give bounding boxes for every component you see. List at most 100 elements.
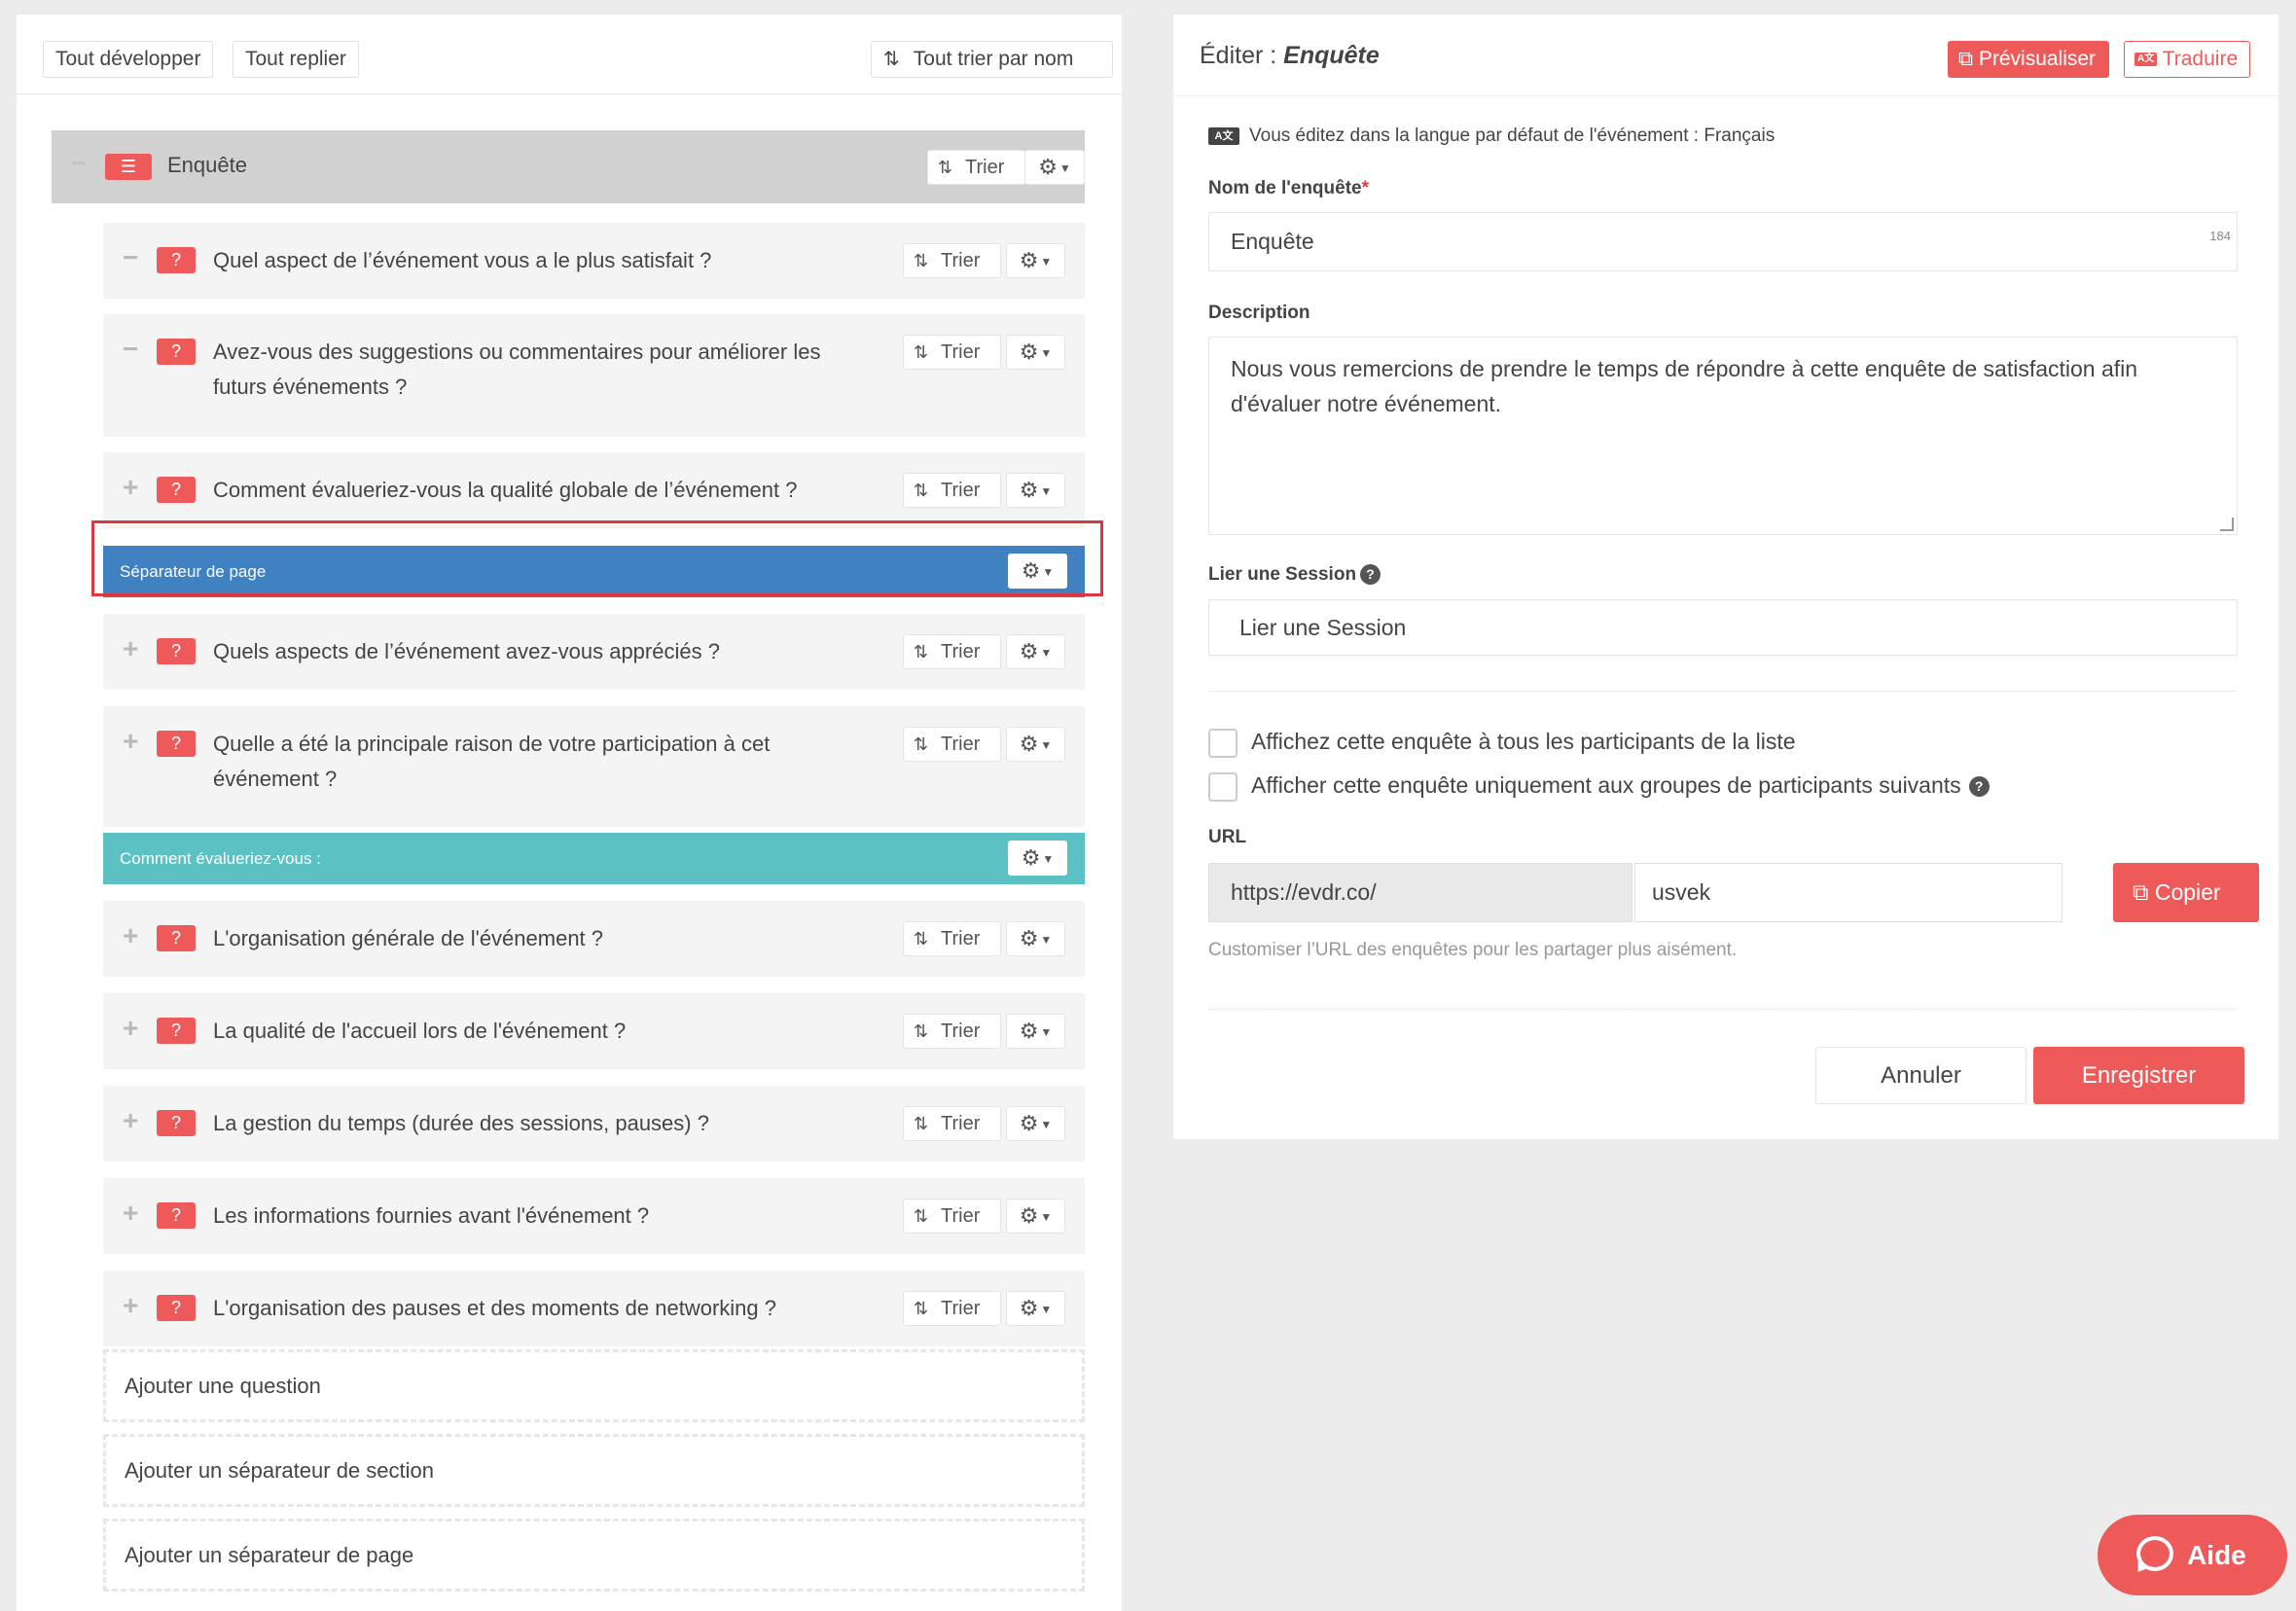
question-text: Quelle a été la principale raison de vot…: [213, 732, 771, 791]
settings-dropdown-button[interactable]: ⚙ ▼: [1008, 841, 1067, 876]
question-icon: ?: [157, 477, 196, 503]
sort-button[interactable]: ⇅ Trier: [903, 727, 1001, 762]
settings-dropdown-button[interactable]: ⚙ ▼: [1006, 1106, 1065, 1141]
settings-dropdown-button[interactable]: ⚙ ▼: [1024, 150, 1085, 185]
sort-button[interactable]: ⇅ Trier: [903, 1014, 1001, 1049]
question-row[interactable]: + ? Comment évalueriez-vous la qualité g…: [103, 452, 1085, 528]
sort-icon: ⇅: [914, 929, 929, 949]
tree-root-enquete[interactable]: − ☰ Enquête ⇅ Trier ⚙ ▼: [52, 130, 1085, 203]
sort-icon: ⇅: [914, 342, 929, 362]
resize-handle-icon[interactable]: [2220, 518, 2234, 531]
gear-icon: ⚙: [1019, 732, 1039, 756]
gear-icon: ⚙: [1021, 845, 1041, 870]
sort-button[interactable]: ⇅ Trier: [903, 1199, 1001, 1234]
translate-button[interactable]: A文 Traduire: [2124, 41, 2250, 78]
question-row[interactable]: + ? La gestion du temps (durée des sessi…: [103, 1086, 1085, 1162]
sort-button[interactable]: ⇅ Trier: [903, 634, 1001, 669]
question-row[interactable]: + ? L'organisation des pauses et des mom…: [103, 1271, 1085, 1346]
section-separator-label: Comment évalueriez-vous :: [120, 849, 321, 868]
question-row[interactable]: + ? Quels aspects de l’événement avez-vo…: [103, 614, 1085, 690]
collapse-all-button[interactable]: Tout replier: [233, 41, 359, 78]
name-label: Nom de l'enquête*: [1208, 178, 1370, 198]
cancel-button[interactable]: Annuler: [1815, 1047, 2027, 1104]
expand-toggle-icon[interactable]: +: [123, 1292, 138, 1319]
checkbox[interactable]: [1208, 771, 1238, 802]
question-row[interactable]: − ? Quel aspect de l’événement vous a le…: [103, 223, 1085, 299]
question-text: Avez-vous des suggestions ou commentaire…: [213, 340, 821, 399]
question-row[interactable]: + ? La qualité de l'accueil lors de l'év…: [103, 993, 1085, 1069]
settings-dropdown-button[interactable]: ⚙ ▼: [1006, 1199, 1065, 1234]
expand-toggle-icon[interactable]: +: [123, 1199, 138, 1227]
sort-button[interactable]: ⇅ Trier: [903, 335, 1001, 370]
gear-icon: ⚙: [1019, 1203, 1039, 1228]
sort-button[interactable]: ⇅ Trier: [903, 1106, 1001, 1141]
add-page-separator-button[interactable]: Ajouter un séparateur de page: [103, 1519, 1085, 1592]
question-row[interactable]: + ? Les informations fournies avant l'év…: [103, 1178, 1085, 1254]
section-separator-row[interactable]: Comment évalueriez-vous : ⚙ ▼: [103, 833, 1085, 884]
question-text: La gestion du temps (durée des sessions,…: [213, 1111, 709, 1135]
session-select[interactable]: Lier une Session: [1208, 599, 2238, 656]
url-slug-input[interactable]: usvek: [1634, 863, 2063, 922]
settings-dropdown-button[interactable]: ⚙ ▼: [1006, 1014, 1065, 1049]
collapse-toggle-icon[interactable]: −: [123, 244, 138, 271]
expand-toggle-icon[interactable]: +: [123, 1015, 138, 1042]
show-all-participants-checkbox[interactable]: Affichez cette enquête à tous les partic…: [1208, 727, 1796, 758]
character-counter: 184: [2209, 229, 2231, 243]
copy-url-button[interactable]: ⧉ Copier: [2113, 863, 2259, 922]
gear-icon: ⚙: [1019, 248, 1039, 272]
show-groups-only-checkbox[interactable]: Afficher cette enquête uniquement aux gr…: [1208, 770, 1990, 802]
settings-dropdown-button[interactable]: ⚙ ▼: [1006, 727, 1065, 762]
question-row[interactable]: + ? Quelle a été la principale raison de…: [103, 706, 1085, 827]
expand-all-button[interactable]: Tout développer: [43, 41, 214, 78]
settings-dropdown-button[interactable]: ⚙ ▼: [1006, 335, 1065, 370]
expand-toggle-icon[interactable]: +: [123, 635, 138, 662]
collapse-toggle-icon[interactable]: −: [71, 150, 87, 177]
add-question-button[interactable]: Ajouter une question: [103, 1349, 1085, 1422]
question-text: Quel aspect de l’événement vous a le plu…: [213, 248, 712, 272]
question-icon: ?: [157, 247, 196, 273]
settings-dropdown-button[interactable]: ⚙ ▼: [1006, 1291, 1065, 1326]
sort-button[interactable]: ⇅ Trier: [903, 473, 1001, 508]
gear-icon: ⚙: [1019, 1111, 1039, 1135]
save-button[interactable]: Enregistrer: [2033, 1047, 2244, 1104]
sort-button[interactable]: ⇅ Trier: [903, 243, 1001, 278]
question-row[interactable]: + ? L'organisation générale de l'événeme…: [103, 901, 1085, 977]
sort-icon: ⇅: [914, 1206, 929, 1226]
collapse-toggle-icon[interactable]: −: [123, 336, 138, 363]
expand-toggle-icon[interactable]: +: [123, 728, 138, 755]
sort-alpha-icon: ⇅: [883, 49, 900, 70]
sort-all-button[interactable]: ⇅ Tout trier par nom: [871, 41, 1113, 78]
description-textarea[interactable]: Nous vous remercions de prendre le temps…: [1208, 337, 2238, 535]
help-chat-button[interactable]: Aide: [2098, 1515, 2287, 1595]
question-icon: ?: [157, 731, 196, 757]
sort-icon: ⇅: [938, 158, 953, 177]
gear-icon: ⚙: [1019, 340, 1039, 364]
question-icon: ?: [157, 1018, 196, 1044]
settings-dropdown-button[interactable]: ⚙ ▼: [1006, 921, 1065, 956]
caret-down-icon: ▼: [1040, 346, 1053, 361]
language-icon: A文: [1208, 126, 1239, 145]
survey-name-input[interactable]: Enquête 184: [1208, 212, 2238, 271]
caret-down-icon: ▼: [1040, 1118, 1053, 1132]
settings-dropdown-button[interactable]: ⚙ ▼: [1006, 473, 1065, 508]
question-row[interactable]: − ? Avez-vous des suggestions ou comment…: [103, 314, 1085, 437]
settings-dropdown-button[interactable]: ⚙ ▼: [1006, 243, 1065, 278]
help-icon[interactable]: ?: [1968, 776, 1990, 798]
expand-toggle-icon[interactable]: +: [123, 922, 138, 949]
sort-icon: ⇅: [914, 642, 929, 662]
add-section-separator-button[interactable]: Ajouter un séparateur de section: [103, 1434, 1085, 1507]
expand-toggle-icon[interactable]: +: [123, 474, 138, 501]
expand-toggle-icon[interactable]: +: [123, 1107, 138, 1134]
checkbox[interactable]: [1208, 728, 1238, 758]
survey-tree-panel: Tout développer Tout replier ⇅ Tout trier…: [17, 15, 1122, 1611]
help-icon[interactable]: ?: [1360, 564, 1381, 586]
sort-button[interactable]: ⇅ Trier: [927, 150, 1025, 185]
sort-button[interactable]: ⇅ Trier: [903, 1291, 1001, 1326]
settings-dropdown-button[interactable]: ⚙ ▼: [1006, 634, 1065, 669]
language-note: A文 Vous éditez dans la langue par défaut …: [1208, 125, 1775, 147]
editor-title: Éditer : Enquête: [1200, 42, 1380, 69]
sort-button[interactable]: ⇅ Trier: [903, 921, 1001, 956]
preview-button[interactable]: ⧉ Prévisualiser: [1948, 41, 2109, 78]
description-label: Description: [1208, 303, 1310, 323]
caret-down-icon: ▼: [1040, 646, 1053, 661]
